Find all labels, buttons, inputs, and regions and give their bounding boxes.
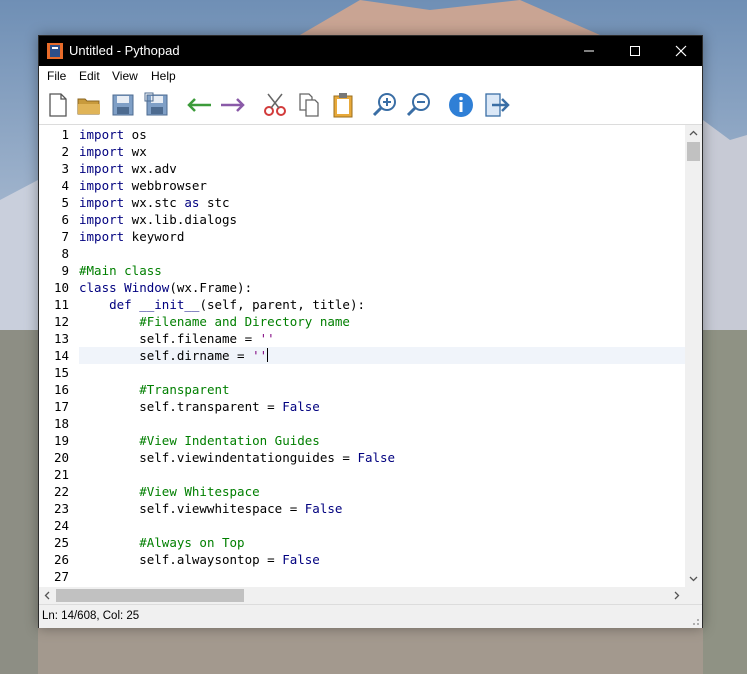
code-line[interactable]: def __init__(self, parent, title): [79, 297, 365, 314]
code-line[interactable]: import keyword [79, 229, 184, 246]
code-line[interactable]: self.transparent = False [79, 399, 320, 416]
code-line[interactable]: import wx.lib.dialogs [79, 212, 237, 229]
line-number: 22 [53, 484, 69, 499]
code-line[interactable]: import wx [79, 144, 147, 161]
maximize-button[interactable] [612, 36, 658, 66]
paste-icon[interactable] [329, 91, 357, 119]
code-line[interactable]: #Always on Top [79, 535, 244, 552]
redo-arrow-icon[interactable] [219, 91, 247, 119]
new-file-icon[interactable] [44, 91, 72, 119]
scroll-left-icon[interactable] [39, 587, 56, 604]
vertical-scrollbar[interactable] [685, 125, 702, 587]
line-number: 4 [61, 178, 69, 193]
exit-icon[interactable] [483, 91, 511, 119]
line-number: 15 [53, 365, 69, 380]
line-number: 21 [53, 467, 69, 482]
undo-arrow-icon[interactable] [185, 91, 213, 119]
code-line[interactable]: class Window(wx.Frame): [79, 280, 252, 297]
zoom-out-icon[interactable] [405, 91, 433, 119]
save-icon[interactable] [109, 91, 137, 119]
about-info-icon[interactable] [447, 91, 475, 119]
app-window: Untitled - Pythopad File Edit View Help [38, 35, 703, 628]
code-line[interactable]: import wx.adv [79, 161, 177, 178]
maximize-icon [630, 46, 640, 56]
line-number: 10 [53, 280, 69, 295]
line-number: 11 [53, 297, 69, 312]
line-number: 2 [61, 144, 69, 159]
code-line[interactable]: import wx.stc as stc [79, 195, 230, 212]
scroll-right-icon[interactable] [668, 587, 685, 604]
code-line[interactable]: self.dirname = '' [79, 348, 269, 365]
code-editor[interactable]: 1 2 3 4 5 6 7 8 9 10 11 12 13 14 15 16 17 18 19 20 21 22 23 24 2… [39, 125, 702, 587]
menu-bar: File Edit View Help [39, 66, 702, 86]
line-number: 16 [53, 382, 69, 397]
line-number: 12 [53, 314, 69, 329]
line-number: 13 [53, 331, 69, 346]
line-number: 26 [53, 552, 69, 567]
line-number: 9 [61, 263, 69, 278]
close-button[interactable] [658, 36, 704, 66]
line-number-gutter: 1 2 3 4 5 6 7 8 9 10 11 12 13 14 15 16 17 18 19 20 21 22 23 24 2… [39, 125, 75, 587]
line-number: 23 [53, 501, 69, 516]
code-line[interactable]: #Filename and Directory name [79, 314, 350, 331]
scroll-up-icon[interactable] [685, 125, 702, 142]
code-line[interactable]: self.viewwhitespace = False [79, 501, 342, 518]
code-line[interactable]: self.filename = '' [79, 331, 274, 348]
line-number: 3 [61, 161, 69, 176]
scrollbar-corner [685, 587, 702, 604]
code-line[interactable]: #View Whitespace [79, 484, 259, 501]
menu-file[interactable]: File [47, 69, 66, 83]
code-line[interactable]: self.alwaysontop = False [79, 552, 320, 569]
vertical-scroll-thumb[interactable] [687, 142, 700, 161]
zoom-in-icon[interactable] [371, 91, 399, 119]
line-number: 7 [61, 229, 69, 244]
line-number: 5 [61, 195, 69, 210]
line-number: 17 [53, 399, 69, 414]
horizontal-scrollbar[interactable] [39, 587, 685, 604]
status-bar: Ln: 14/608, Col: 25 [39, 604, 702, 628]
text-caret [267, 348, 269, 362]
open-folder-icon[interactable] [75, 91, 103, 119]
line-number: 27 [53, 569, 69, 584]
cut-icon[interactable] [261, 91, 289, 119]
horizontal-scroll-thumb[interactable] [56, 589, 244, 602]
pythopad-app-icon [47, 43, 63, 59]
line-number: 18 [53, 416, 69, 431]
code-line[interactable]: import os [79, 127, 147, 144]
line-number: 20 [53, 450, 69, 465]
menu-help[interactable]: Help [151, 69, 176, 83]
code-line[interactable]: #Transparent [79, 382, 229, 399]
line-number: 24 [53, 518, 69, 533]
copy-icon[interactable] [295, 91, 323, 119]
minimize-button[interactable] [566, 36, 612, 66]
line-number: 8 [61, 246, 69, 261]
toolbar [39, 86, 702, 125]
scroll-down-icon[interactable] [685, 570, 702, 587]
line-number: 14 [53, 348, 69, 363]
menu-view[interactable]: View [112, 69, 138, 83]
line-number: 1 [61, 127, 69, 142]
resize-grip-icon[interactable] [690, 616, 700, 626]
close-icon [675, 45, 687, 57]
line-number: 25 [53, 535, 69, 550]
minimize-icon [584, 50, 594, 52]
line-number: 6 [61, 212, 69, 227]
title-bar[interactable]: Untitled - Pythopad [39, 36, 702, 66]
code-line[interactable]: import webbrowser [79, 178, 207, 195]
code-line[interactable]: #Main class [79, 263, 162, 280]
window-title: Untitled - Pythopad [69, 43, 180, 58]
code-line[interactable]: self.viewindentationguides = False [79, 450, 395, 467]
code-line[interactable]: #View Indentation Guides [79, 433, 320, 450]
status-text: Ln: 14/608, Col: 25 [42, 610, 140, 622]
save-as-icon[interactable] [143, 91, 171, 119]
menu-edit[interactable]: Edit [79, 69, 100, 83]
line-number: 19 [53, 433, 69, 448]
